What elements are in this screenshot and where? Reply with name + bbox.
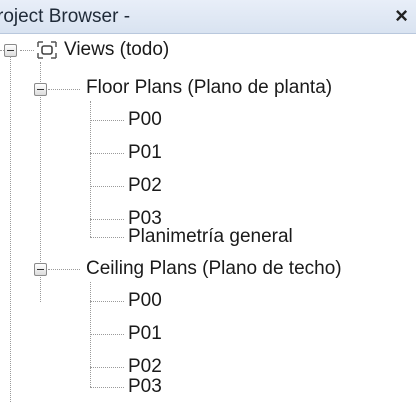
- tree-node-views[interactable]: Views (todo): [64, 38, 169, 62]
- tree-connector: [90, 301, 124, 302]
- tree-connector: [90, 153, 124, 154]
- tree-item-ceiling-p01[interactable]: P01: [128, 322, 162, 346]
- panel-title: roject Browser -: [0, 6, 131, 27]
- tree-connector: [90, 237, 124, 238]
- tree-connector: [90, 367, 124, 368]
- tree-item-planimetria-general[interactable]: Planimetría general: [128, 225, 293, 249]
- tree-node-ceiling-plans[interactable]: Ceiling Plans (Plano de techo): [86, 257, 342, 281]
- tree-item-floor-p01[interactable]: P01: [128, 141, 162, 165]
- close-icon[interactable]: ×: [395, 3, 408, 29]
- tree-item-ceiling-p03[interactable]: P03: [128, 375, 162, 399]
- views-icon: [37, 41, 57, 59]
- tree-connector: [90, 186, 124, 187]
- tree-connector: [90, 387, 124, 388]
- tree-connector: [48, 269, 80, 270]
- tree-connector: [90, 101, 91, 237]
- collapse-toggle-floor-plans[interactable]: [34, 83, 47, 96]
- project-tree: Views (todo) Floor Plans (Plano de plant…: [0, 34, 416, 402]
- tree-connector: [90, 334, 124, 335]
- tree-node-floor-plans[interactable]: Floor Plans (Plano de planta): [86, 76, 332, 100]
- collapse-toggle-ceiling-plans[interactable]: [34, 263, 47, 276]
- tree-item-floor-p02[interactable]: P02: [128, 174, 162, 198]
- tree-connector: [10, 56, 11, 402]
- tree-connector: [90, 219, 124, 220]
- project-browser-titlebar: roject Browser - ×: [0, 0, 416, 34]
- tree-item-floor-p00[interactable]: P00: [128, 108, 162, 132]
- tree-connector: [20, 50, 34, 51]
- tree-item-ceiling-p00[interactable]: P00: [128, 289, 162, 313]
- tree-connector: [90, 120, 124, 121]
- tree-connector: [48, 89, 80, 90]
